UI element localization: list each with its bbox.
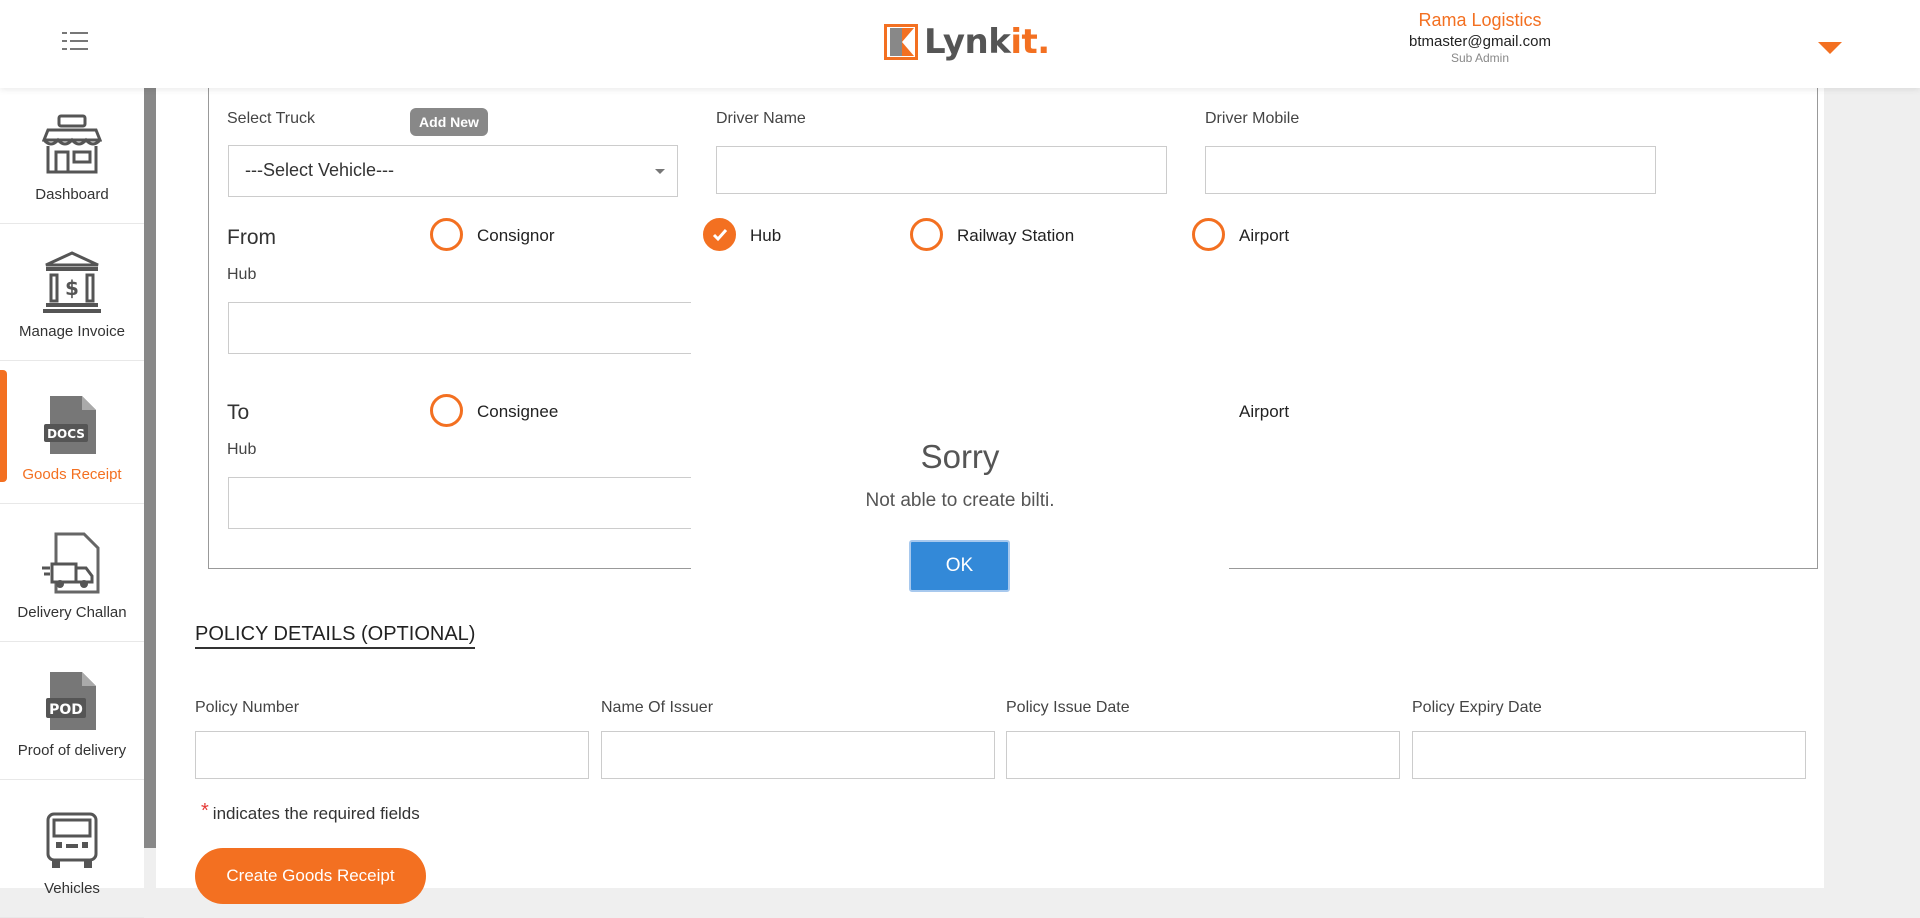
required-star: * [201,800,209,822]
user-role: Sub Admin [1450,51,1510,65]
issuer-name-input[interactable] [601,731,995,779]
svg-text:POD: POD [49,702,83,718]
from-airport-label: Airport [1239,226,1290,245]
logo-wordmark: Lynkit. [924,22,1050,62]
to-label: To [227,401,250,424]
from-label: From [227,226,276,249]
required-fields-note: * indicates the required fields [201,800,420,823]
sidebar-item-goods-receipt[interactable]: DOCS Goods Receipt [0,368,144,504]
dialog-title: Sorry [920,438,1000,475]
policy-issue-date-input[interactable] [1006,731,1400,779]
bank-icon: $ [43,251,101,313]
sidebar-item-manage-invoice[interactable]: $ Manage Invoice [0,225,144,361]
driver-name-label: Driver Name [716,110,806,127]
svg-text:$: $ [65,276,79,300]
sidebar-item-label: Dashboard [35,186,109,203]
user-info[interactable]: Rama Logistics btmaster@gmail.com Sub Ad… [1390,10,1570,65]
company-name: Rama Logistics [1418,10,1542,30]
from-consignor-label: Consignor [477,226,555,245]
driver-mobile-label: Driver Mobile [1205,110,1300,127]
policy-details-title: POLICY DETAILS (OPTIONAL) [195,623,476,649]
pod-icon: POD [46,672,96,730]
sidebar-item-label: Delivery Challan [17,604,127,621]
dialog-message: Not able to create bilti. [865,490,1055,511]
from-hub-field-label: Hub [227,266,257,283]
to-consignee-label: Consignee [477,402,559,421]
top-header: Lynkit. Rama Logistics btmaster@gmail.co… [0,0,1920,88]
sidebar-scrollbar[interactable] [144,88,156,848]
lynkit-logo-icon [884,24,918,60]
sidebar-item-label: Manage Invoice [19,323,125,340]
create-goods-receipt-button[interactable]: Create Goods Receipt [195,848,426,904]
select-truck-label: Select Truck [227,110,316,127]
checkmark-icon [712,229,728,242]
sidebar-item-label: Proof of delivery [17,742,127,759]
driver-mobile-input[interactable] [1205,146,1656,194]
policy-expiry-date-label: Policy Expiry Date [1412,699,1542,716]
from-hub-label: Hub [750,226,782,245]
sidebar-item-label: Vehicles [44,880,100,897]
menu-toggle-icon[interactable] [62,32,88,50]
issuer-name-label: Name Of Issuer [601,699,714,716]
driver-name-input[interactable] [716,146,1167,194]
from-consignor-radio[interactable] [430,218,463,251]
policy-issue-date-label: Policy Issue Date [1006,699,1130,716]
error-dialog: Sorry Not able to create bilti. OK [691,270,1229,592]
from-railway-station-radio[interactable] [910,218,943,251]
dialog-ok-button[interactable]: OK [909,540,1010,592]
sidebar-item-label: Goods Receipt [22,466,122,483]
sidebar-item-vehicles[interactable]: Vehicles [0,782,144,918]
sidebar-item-delivery-challan[interactable]: Delivery Challan [0,506,144,642]
to-airport-label: Airport [1239,402,1290,421]
sidebar: Dashboard $ Manage Invoice DOCS Goods Re… [0,88,144,918]
user-email: btmaster@gmail.com [1409,33,1551,50]
policy-expiry-date-input[interactable] [1412,731,1806,779]
lynkit-logo[interactable]: Lynkit. [884,22,1050,62]
docs-icon: DOCS [44,396,96,454]
sidebar-item-dashboard[interactable]: Dashboard [0,88,144,224]
from-airport-radio[interactable] [1192,218,1225,251]
from-hub-radio[interactable] [703,218,736,251]
bus-icon [46,812,98,868]
vehicle-select[interactable]: ---Select Vehicle--- [228,145,678,197]
add-new-button[interactable]: Add New [410,108,488,136]
shop-icon [42,114,102,174]
sidebar-item-proof-of-delivery[interactable]: POD Proof of delivery [0,644,144,780]
vehicle-select-value: ---Select Vehicle--- [245,160,395,180]
policy-number-input[interactable] [195,731,589,779]
from-railway-station-label: Railway Station [957,226,1075,245]
user-menu-caret-icon[interactable] [1818,42,1842,54]
chevron-down-icon [655,169,665,174]
delivery-truck-icon [42,532,100,594]
svg-text:DOCS: DOCS [47,427,85,441]
to-consignee-radio[interactable] [430,394,463,427]
to-hub-field-label: Hub [227,441,257,458]
policy-number-label: Policy Number [195,699,300,716]
